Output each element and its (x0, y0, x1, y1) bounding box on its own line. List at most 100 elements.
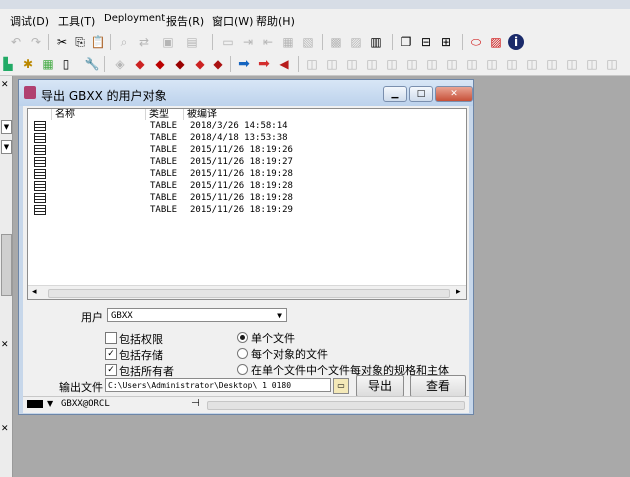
object-icon[interactable]: ▦ (40, 56, 56, 72)
wrench-icon[interactable]: 🔧 (84, 56, 100, 72)
tool-l-icon[interactable]: ◫ (364, 56, 380, 72)
panel-close-icon[interactable]: ✕ (1, 80, 9, 90)
pin-icon[interactable]: ⊣ (191, 398, 200, 409)
copy-icon[interactable]: ⎘ (72, 34, 88, 50)
tool-m-icon[interactable]: ◫ (384, 56, 400, 72)
outdent-icon[interactable]: ⇤ (260, 34, 276, 50)
menu-debug[interactable]: 调试(D) (10, 13, 49, 29)
connection-dropdown-icon[interactable]: ▼ (47, 399, 53, 408)
tool-j-icon[interactable]: ◫ (324, 56, 340, 72)
menu-deployment[interactable]: Deployment (104, 13, 165, 24)
panel-dropdown-2[interactable]: ▼ (1, 140, 12, 154)
file-per-object-label: 每个对象的文件 (251, 348, 328, 361)
single-file-label: 单个文件 (251, 332, 295, 345)
run-icon[interactable]: ◀ (276, 56, 292, 72)
find-icon[interactable]: ⌕ (116, 34, 132, 50)
table-row[interactable]: TABLE 2015/11/26 18:19:28 (28, 180, 466, 192)
table-row[interactable]: TABLE 2015/11/26 18:19:26 (28, 144, 466, 156)
column-header-compiled[interactable]: 被编译 (184, 109, 466, 120)
tool-p-icon[interactable]: ◫ (444, 56, 460, 72)
pdf-icon[interactable]: ▨ (488, 34, 504, 50)
object-red5-icon[interactable]: ◆ (210, 56, 226, 72)
indent-icon[interactable]: ⇥ (240, 34, 256, 50)
tool-k-icon[interactable]: ◫ (344, 56, 360, 72)
tool-d-icon[interactable]: ▦ (280, 34, 296, 50)
plugin-icon[interactable]: ▙ (0, 56, 16, 72)
arrow-right-blue-icon[interactable]: ➡ (236, 56, 252, 72)
tool-b-icon[interactable]: ▤ (184, 34, 200, 50)
single-file-radio[interactable] (237, 332, 248, 343)
cascade-windows-icon[interactable]: ❐ (398, 34, 414, 50)
user-select[interactable]: GBXX ▼ (107, 308, 287, 322)
table-row[interactable]: TABLE 2018/4/18 13:53:38 (28, 132, 466, 144)
tile-vertical-icon[interactable]: ⊞ (438, 34, 454, 50)
tool-c-icon[interactable]: ▭ (220, 34, 236, 50)
tool-q-icon[interactable]: ◫ (464, 56, 480, 72)
panel-close-2-icon[interactable]: ✕ (1, 340, 9, 350)
tool-f-icon[interactable]: ▩ (328, 34, 344, 50)
include-owner-checkbox[interactable]: ✓ (105, 364, 117, 376)
scroll-left-icon[interactable]: ◂ (32, 287, 37, 297)
spec-body-file-radio[interactable] (237, 364, 248, 375)
tool-i-icon[interactable]: ◫ (304, 56, 320, 72)
undo-icon[interactable]: ↶ (8, 34, 24, 50)
view-button[interactable]: 查看 (410, 375, 466, 397)
paste-icon[interactable]: 📋 (90, 34, 106, 50)
tool-r-icon[interactable]: ◫ (484, 56, 500, 72)
tool-n-icon[interactable]: ◫ (404, 56, 420, 72)
tool-e-icon[interactable]: ▧ (300, 34, 316, 50)
tool-t-icon[interactable]: ◫ (524, 56, 540, 72)
cut-icon[interactable]: ✂ (54, 34, 70, 50)
document-icon[interactable]: ▯ (58, 56, 74, 72)
include-storage-checkbox[interactable]: ✓ (105, 348, 117, 360)
arrow-right-red-icon[interactable]: ➡ (256, 56, 272, 72)
dialog-title-bar[interactable]: 导出 GBXX 的用户对象 ▁ □ ✕ (19, 80, 473, 106)
redo-icon[interactable]: ↷ (28, 34, 44, 50)
table-row[interactable]: TABLE 2018/3/26 14:58:14 (28, 120, 466, 132)
replace-icon[interactable]: ⇄ (136, 34, 152, 50)
table-row[interactable]: TABLE 2015/11/26 18:19:29 (28, 204, 466, 216)
tool-s-icon[interactable]: ◫ (504, 56, 520, 72)
object-red3-icon[interactable]: ◆ (172, 56, 188, 72)
tool-x-icon[interactable]: ◫ (604, 56, 620, 72)
oracle-icon[interactable]: ⬭ (468, 34, 484, 50)
tool-u-icon[interactable]: ◫ (544, 56, 560, 72)
table-row[interactable]: TABLE 2015/11/26 18:19:28 (28, 168, 466, 180)
puzzle-icon[interactable]: ✱ (20, 56, 36, 72)
menu-help[interactable]: 帮助(H) (256, 13, 295, 29)
panel-scrollbar[interactable] (1, 234, 12, 296)
table-row[interactable]: TABLE 2015/11/26 18:19:27 (28, 156, 466, 168)
tool-a-icon[interactable]: ▣ (160, 34, 176, 50)
compile-icon[interactable]: ◈ (112, 56, 128, 72)
column-header-name[interactable]: 名称 (52, 109, 146, 120)
list-horizontal-scrollbar[interactable]: ◂ ▸ (28, 285, 466, 299)
include-privileges-checkbox[interactable] (105, 332, 117, 344)
menu-window[interactable]: 窗口(W) (212, 13, 253, 29)
folder-open-icon[interactable]: ▭ (333, 378, 349, 394)
object-red2-icon[interactable]: ◆ (152, 56, 168, 72)
file-per-object-radio[interactable] (237, 348, 248, 359)
tool-g-icon[interactable]: ▨ (348, 34, 364, 50)
object-red4-icon[interactable]: ◆ (192, 56, 208, 72)
maximize-button[interactable]: □ (409, 86, 433, 102)
menu-reports[interactable]: 报告(R) (166, 13, 204, 29)
panel-dropdown-1[interactable]: ▼ (1, 120, 12, 134)
minimize-button[interactable]: ▁ (383, 86, 407, 102)
scroll-thumb[interactable] (48, 289, 450, 298)
object-red-icon[interactable]: ◆ (132, 56, 148, 72)
tool-w-icon[interactable]: ◫ (584, 56, 600, 72)
object-list[interactable]: 名称 类型 被编译 TABLE 2018/3/26 14:58:14 TABLE 20… (27, 108, 467, 300)
output-file-input[interactable]: C:\Users\Administrator\Desktop\ 1 0180 (105, 378, 331, 392)
scroll-right-icon[interactable]: ▸ (456, 287, 461, 297)
tile-windows-icon[interactable]: ⊟ (418, 34, 434, 50)
tool-h-icon[interactable]: ▥ (368, 34, 384, 50)
close-button[interactable]: ✕ (435, 86, 473, 102)
panel-close-3-icon[interactable]: ✕ (1, 424, 9, 434)
info-icon[interactable]: i (508, 34, 524, 50)
tool-v-icon[interactable]: ◫ (564, 56, 580, 72)
tool-o-icon[interactable]: ◫ (424, 56, 440, 72)
column-header-type[interactable]: 类型 (146, 109, 184, 120)
export-button[interactable]: 导出 (356, 375, 404, 397)
menu-tools[interactable]: 工具(T) (58, 13, 95, 29)
table-row[interactable]: TABLE 2015/11/26 18:19:28 (28, 192, 466, 204)
